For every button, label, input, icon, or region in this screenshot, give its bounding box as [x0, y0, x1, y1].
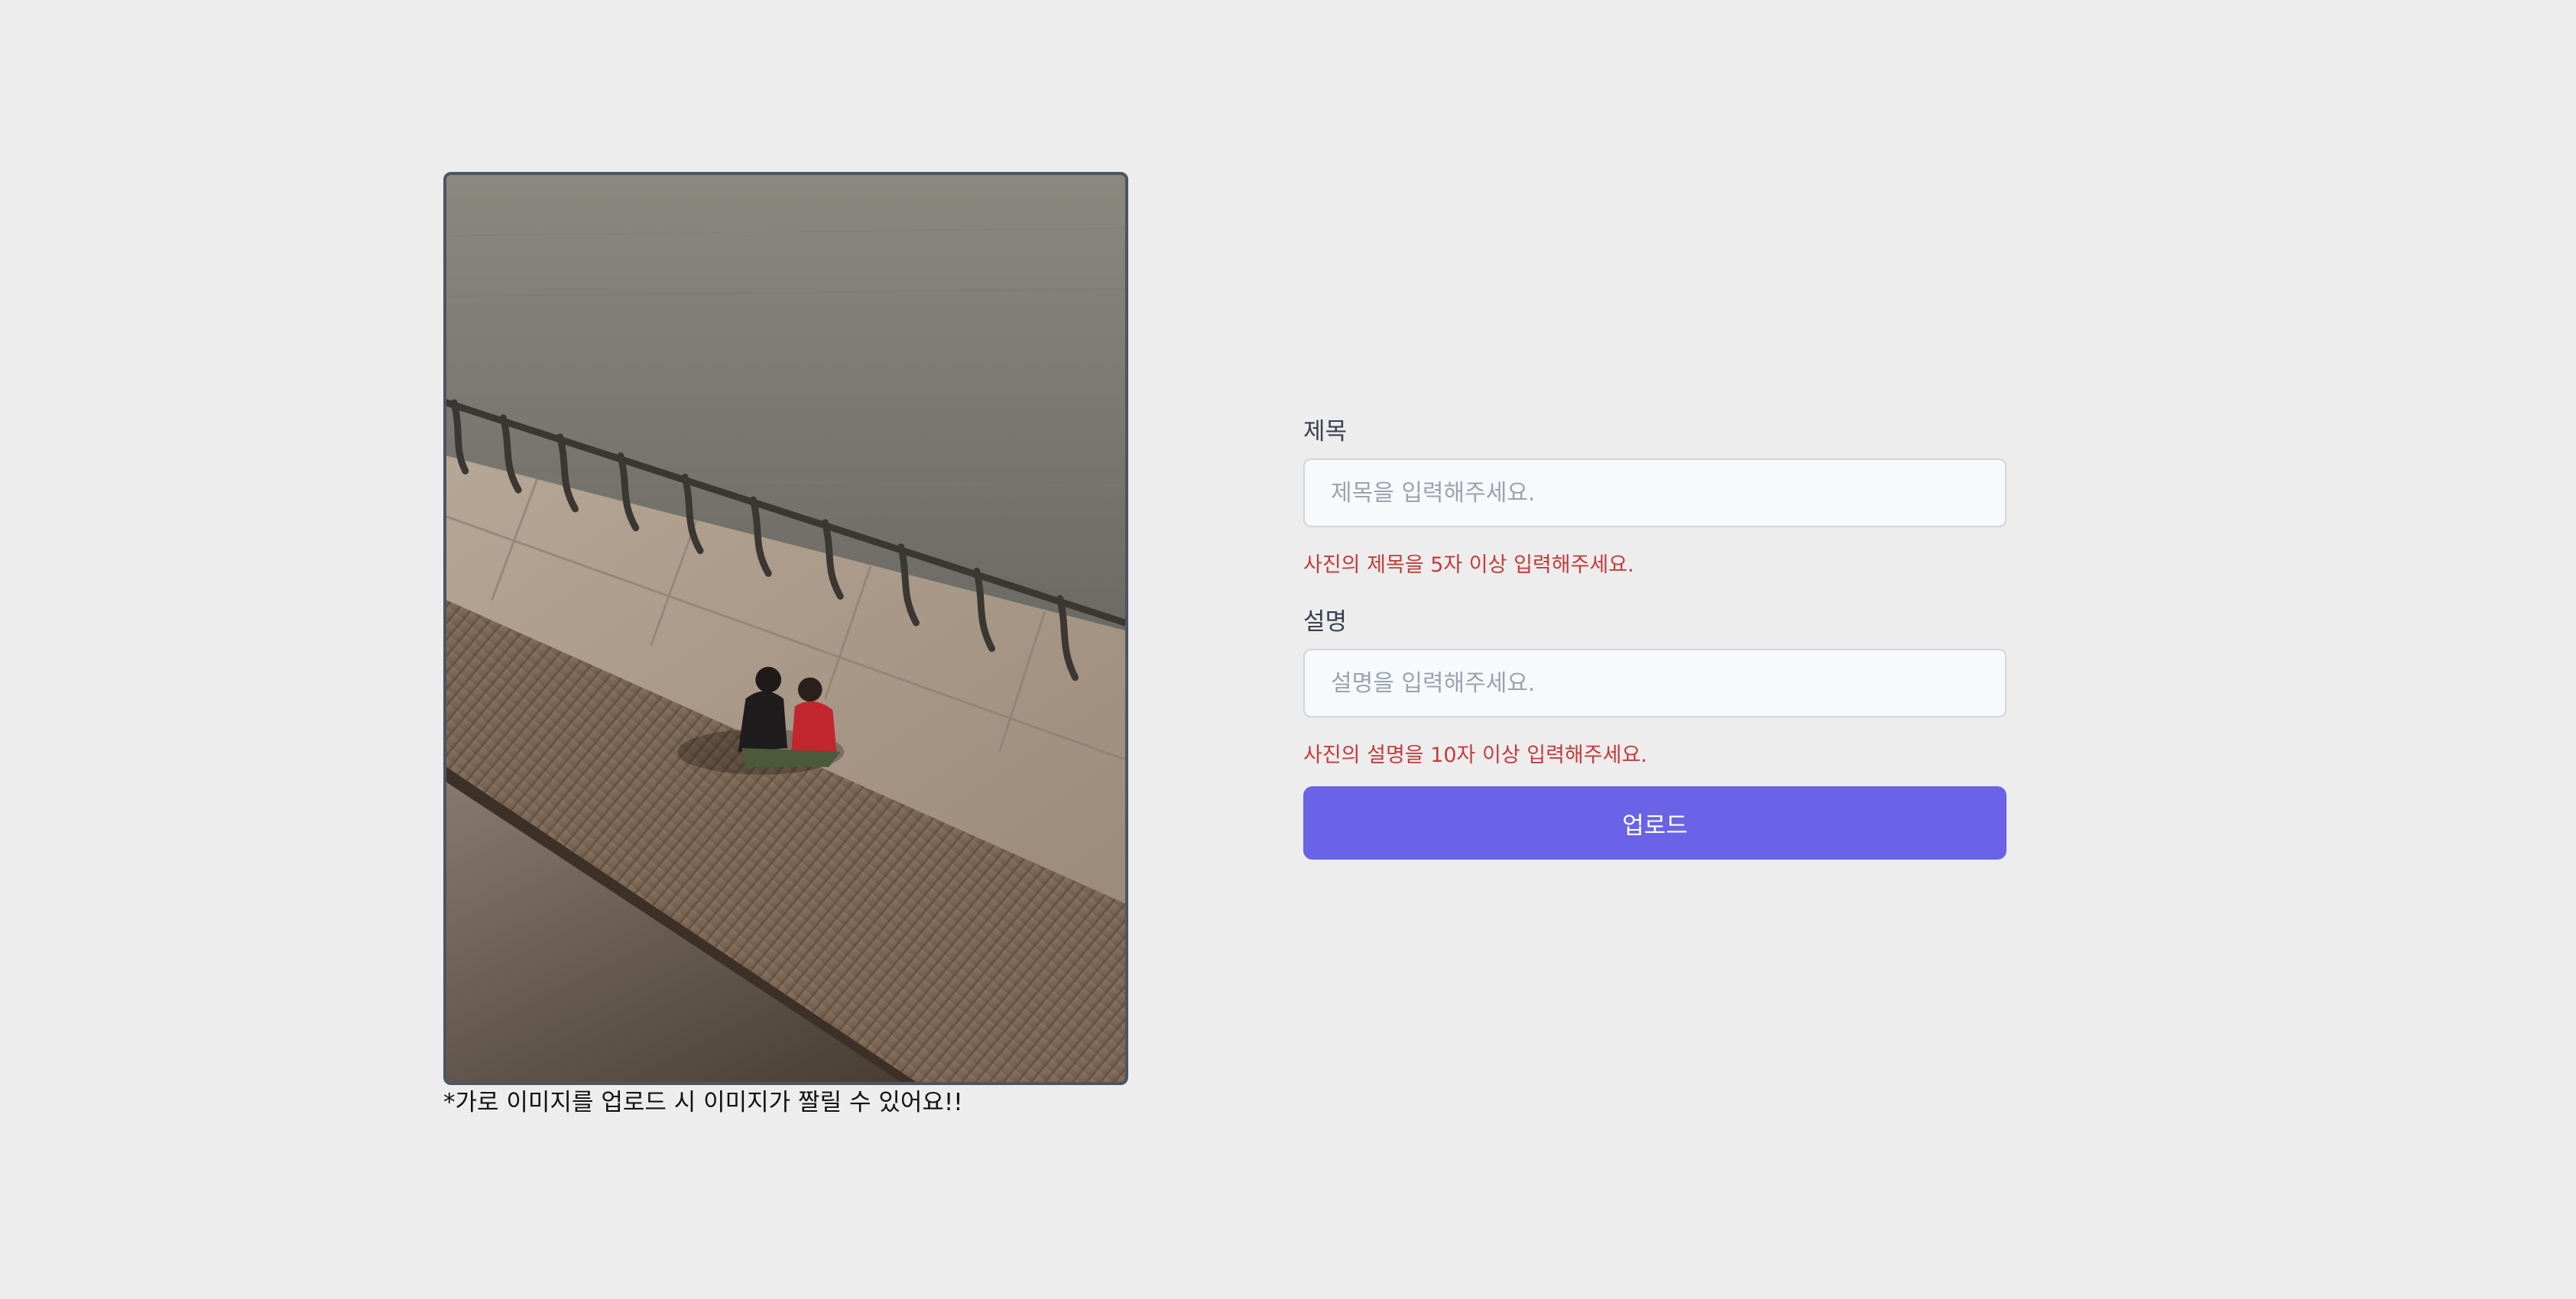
upload-button[interactable]: 업로드: [1303, 786, 2007, 860]
description-label: 설명: [1303, 608, 1348, 636]
title-input[interactable]: [1303, 458, 2007, 527]
description-error-message: 사진의 설명을 10자 이상 입력해주세요.: [1303, 743, 1647, 767]
photo-upload-form: 제목 사진의 제목을 5자 이상 입력해주세요. 설명 사진의 설명을 10자 …: [1303, 413, 2007, 860]
photo-image: [446, 175, 1125, 1082]
title-error-message: 사진의 제목을 5자 이상 입력해주세요.: [1303, 553, 1634, 577]
title-label: 제목: [1303, 418, 1348, 445]
image-crop-notice: *가로 이미지를 업로드 시 이미지가 짤릴 수 있어요!!: [443, 1089, 963, 1116]
description-input[interactable]: [1303, 649, 2007, 718]
photo-preview: [443, 172, 1128, 1085]
